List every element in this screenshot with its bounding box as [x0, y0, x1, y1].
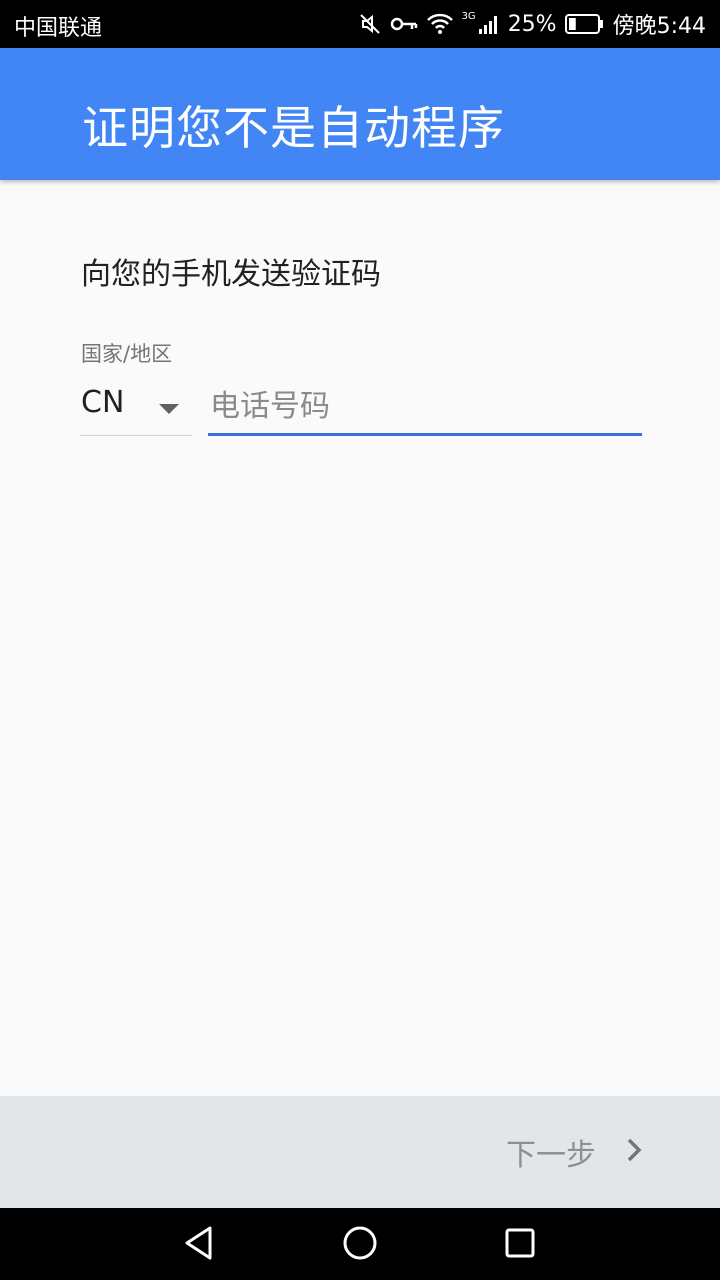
phone-number-input[interactable] [208, 380, 642, 436]
next-label: 下一步 [506, 1138, 596, 1173]
clock: 傍晚5:44 [612, 14, 706, 39]
form-heading: 向您的手机发送验证码 [81, 257, 381, 292]
mute-icon [358, 12, 382, 36]
page-title: 证明您不是自动程序 [82, 101, 505, 155]
bottom-action-bar: 下一步 [0, 1096, 720, 1208]
arrow-drop-down-icon [158, 400, 180, 419]
key-icon [390, 14, 418, 34]
home-icon [342, 1225, 378, 1265]
battery-percent: 25% [507, 11, 557, 37]
chevron-right-icon [626, 1137, 642, 1167]
status-icons: 3G 25% 傍晚5:44 [358, 0, 706, 48]
back-icon [182, 1225, 216, 1265]
next-button[interactable]: 下一步 [506, 1130, 642, 1174]
country-label: 国家/地区 [81, 342, 173, 366]
recents-button[interactable] [501, 1226, 539, 1264]
country-select[interactable]: CN [80, 380, 192, 436]
battery-icon [564, 13, 605, 35]
back-button[interactable] [180, 1226, 218, 1264]
signal-icon [478, 13, 500, 35]
carrier-name: 中国联通 [14, 16, 103, 41]
screen: 中国联通 3G 25% 傍晚5:44 证明您不是自动程序 向您的手机发送验证码 … [0, 0, 720, 1280]
status-bar: 中国联通 3G 25% 傍晚5:44 [0, 0, 720, 48]
recents-icon [503, 1226, 537, 1264]
country-value: CN [81, 385, 125, 420]
app-bar: 证明您不是自动程序 [0, 48, 720, 180]
wifi-icon [426, 12, 454, 36]
network-type: 3G [461, 10, 476, 22]
system-nav-bar [0, 1208, 720, 1280]
home-button[interactable] [341, 1226, 379, 1264]
